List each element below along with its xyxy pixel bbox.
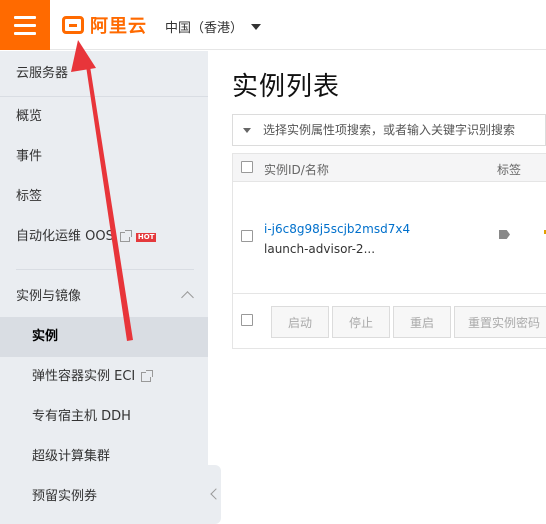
sidebar-item-overview[interactable]: 概览 [0, 97, 208, 137]
sidebar-item-ddh[interactable]: 专有宿主机 DDH [0, 397, 208, 437]
table-row: i-j6c8g98j5scjb2msd7x4 launch-advisor-2.… [233, 182, 546, 294]
tag-icon[interactable] [499, 230, 510, 239]
hot-badge: HOT [135, 232, 157, 242]
caret-down-icon [251, 23, 262, 30]
sidebar-item-eci[interactable]: 弹性容器实例 ECI [0, 357, 208, 397]
region-label: 中国（香港） [165, 21, 244, 36]
sidebar-title: 云服务器 [0, 51, 208, 97]
sidebar-item-instances[interactable]: 实例 [0, 317, 208, 357]
select-all-checkbox[interactable] [241, 161, 253, 173]
sidebar-item-events[interactable]: 事件 [0, 137, 208, 177]
instance-name: launch-advisor-2... [264, 242, 376, 256]
sidebar-item-tags[interactable]: 标签 [0, 177, 208, 217]
brand-text: 阿里云 [90, 16, 147, 37]
sidebar-item-label: 自动化运维 OOS [16, 229, 114, 244]
external-link-icon [119, 230, 132, 242]
sidebar-item-label: 专有宿主机 DDH [32, 409, 131, 424]
menu-line [14, 23, 36, 27]
table-footer-actions: 启动 停止 重启 重置实例密码 [233, 294, 546, 350]
top-bar: 阿里云 中国（香港） [0, 0, 546, 50]
reset-password-button[interactable]: 重置实例密码 [454, 306, 546, 338]
stop-button[interactable]: 停止 [332, 306, 390, 338]
start-button[interactable]: 启动 [271, 306, 329, 338]
page-title: 实例列表 [232, 72, 341, 102]
table-header: 实例ID/名称 标签 [233, 154, 546, 182]
sidebar-item-label: 事件 [16, 149, 43, 164]
external-link-icon [141, 370, 154, 382]
sidebar-collapse-handle[interactable] [208, 465, 221, 524]
sidebar-group-label: 实例与镜像 [16, 289, 82, 304]
sidebar-item-label: 实例 [32, 329, 59, 344]
instance-id-link[interactable]: i-j6c8g98j5scjb2msd7x4 [264, 222, 410, 236]
sidebar-item-super-computing-cluster[interactable]: 超级计算集群 [0, 437, 208, 477]
footer-select-all-checkbox[interactable] [241, 314, 253, 326]
sidebar-item-label: 标签 [16, 189, 43, 204]
region-selector[interactable]: 中国（香港） [165, 17, 262, 36]
menu-line [14, 31, 36, 35]
column-header-tags: 标签 [497, 163, 522, 177]
aliyun-logo[interactable]: 阿里云 [62, 13, 147, 37]
aliyun-logo-icon [62, 16, 84, 34]
sidebar-item-label: 概览 [16, 109, 43, 124]
sidebar-item-label: 预留实例券 [32, 489, 98, 504]
chevron-up-icon [181, 291, 194, 304]
sidebar-divider [16, 269, 194, 270]
restart-button[interactable]: 重启 [393, 306, 451, 338]
hamburger-menu-button[interactable] [0, 0, 50, 50]
row-checkbox[interactable] [241, 230, 253, 242]
sidebar-item-label: 弹性容器实例 ECI [32, 369, 136, 384]
caret-down-icon[interactable] [243, 127, 251, 133]
menu-line [14, 15, 36, 19]
sidebar-item-oos[interactable]: 自动化运维 OOS HOT [0, 217, 208, 257]
sidebar: 云服务器 概览 事件 标签 自动化运维 OOS HOT 实例与镜像 实例 弹性容… [0, 51, 208, 524]
column-header-instance-id: 实例ID/名称 [264, 163, 329, 177]
sidebar-item-reserved-instances[interactable]: 预留实例券 [0, 477, 208, 517]
instance-table: 实例ID/名称 标签 i-j6c8g98j5scjb2msd7x4 launch… [232, 153, 546, 349]
sidebar-item-label: 超级计算集群 [32, 449, 111, 464]
sidebar-group-instances-images[interactable]: 实例与镜像 [0, 277, 208, 317]
search-input[interactable] [263, 123, 533, 137]
instance-search-bar[interactable] [232, 114, 546, 146]
